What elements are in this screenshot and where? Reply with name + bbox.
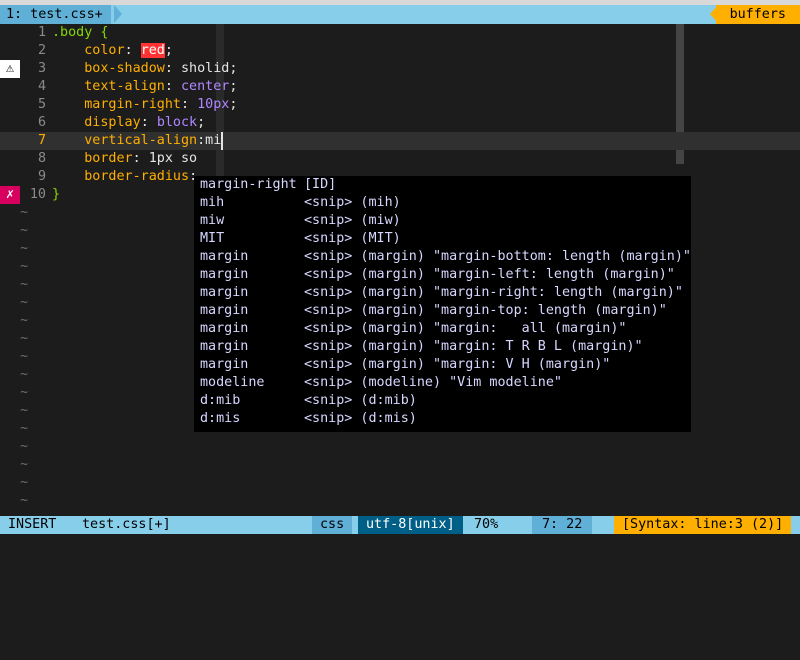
line-number: 9 <box>37 169 46 184</box>
completion-menu-info: <snip> (margin) "margin-top: length (mar… <box>304 303 667 318</box>
code-text: color: red; <box>84 43 173 58</box>
completion-item[interactable]: margin <snip> (margin) "margin: T R B L (… <box>194 338 691 356</box>
completion-item[interactable]: margin <snip> (margin) "margin-left: leng… <box>194 266 691 284</box>
line-number: 8 <box>37 151 46 166</box>
code-text: border: 1px so <box>84 151 198 166</box>
completion-item[interactable]: margin <snip> (margin) "margin-right: len… <box>194 284 691 302</box>
warning-sign-icon: ⚠ <box>0 60 20 78</box>
completion-word: margin-right <box>200 177 297 192</box>
line-number: 6 <box>37 115 46 130</box>
completion-popup[interactable]: margin-right [ID] mih <snip> (mih) miw <snip>… <box>194 176 691 432</box>
error-sign-icon: ✗ <box>0 186 20 204</box>
status-percent: 70% <box>474 517 499 532</box>
tab-test-css[interactable]: 1: test.css+ <box>0 5 111 24</box>
completion-menu-info: <snip> (margin) "margin-bottom: length (… <box>304 249 691 264</box>
code-line[interactable]: 4 text-align: center; <box>0 78 800 96</box>
tab-separator-icon <box>114 5 122 23</box>
code-text: display: block; <box>84 115 206 130</box>
completion-menu-info: <snip> (margin) "margin-right: length (m… <box>304 285 683 300</box>
line-number: 3 <box>37 61 46 76</box>
completion-item[interactable]: mih <snip> (mih) <box>194 194 691 212</box>
completion-menu-info: <snip> (d:mib) <box>304 393 417 408</box>
line-number: 7 <box>37 133 46 148</box>
code-text: margin-right: 10px; <box>84 97 238 112</box>
completion-menu-info: [ID] <box>304 177 337 192</box>
empty-line-tilde: ~ <box>20 493 29 508</box>
completion-word: margin <box>200 339 249 354</box>
mode-indicator: INSERT <box>0 516 65 534</box>
code-text: } <box>52 187 61 202</box>
completion-menu-info: <snip> (margin) "margin: V H (margin)" <box>304 357 611 372</box>
completion-menu-info: <snip> (MIT) <box>304 231 401 246</box>
code-line[interactable]: ⚠ 3 box-shadow: sholid; <box>0 60 800 78</box>
status-position: 7: 22 <box>532 516 593 534</box>
line-number: 2 <box>37 43 46 58</box>
completion-menu-info: <snip> (miw) <box>304 213 401 228</box>
code-line[interactable]: 8 border: 1px so <box>0 150 800 168</box>
code-text: text-align: center; <box>84 79 238 94</box>
completion-word: margin <box>200 321 249 336</box>
completion-menu-info: <snip> (margin) "margin: T R B L (margin… <box>304 339 643 354</box>
completion-word: margin <box>200 357 249 372</box>
code-text: vertical-align:mi <box>84 132 224 150</box>
line-number: 10 <box>29 187 46 202</box>
status-filename: test.css[+] <box>82 517 171 532</box>
completion-word: mih <box>200 195 225 210</box>
syntax-warning-indicator: [Syntax: line:3 (2)] <box>614 516 792 534</box>
line-number: 4 <box>37 79 46 94</box>
code-line[interactable]: 5 margin-right: 10px; <box>0 96 800 114</box>
completion-menu-info: <snip> (mih) <box>304 195 401 210</box>
line-number: 1 <box>37 25 46 40</box>
code-line[interactable]: 6 display: block; <box>0 114 800 132</box>
completion-item[interactable]: d:mib <snip> (d:mib) <box>194 392 691 410</box>
status-filetype: css <box>312 516 353 534</box>
completion-item[interactable]: margin-right [ID] <box>194 176 691 194</box>
completion-word: miw <box>200 213 225 228</box>
completion-item[interactable]: d:mis <snip> (d:mis) <box>194 410 691 428</box>
statusline: INSERT test.css[+] css utf-8[unix] 70% 7… <box>0 516 800 534</box>
empty-line-tilde: ~ <box>20 439 29 454</box>
completion-item[interactable]: margin <snip> (margin) "margin-top: lengt… <box>194 302 691 320</box>
buffers-label[interactable]: buffers <box>715 5 800 24</box>
completion-item[interactable]: margin <snip> (margin) "margin: all (marg… <box>194 320 691 338</box>
code-line[interactable]: 7 vertical-align:mi <box>0 132 800 150</box>
completion-menu-info: <snip> (margin) "margin: all (margin)" <box>304 321 627 336</box>
completion-word: d:mib <box>200 393 241 408</box>
empty-line-tilde: ~ <box>20 475 29 490</box>
completion-word: margin <box>200 303 249 318</box>
code-text: .body { <box>52 25 109 40</box>
completion-word: d:mis <box>200 411 241 426</box>
completion-menu-info: <snip> (margin) "margin-left: length (ma… <box>304 267 675 282</box>
completion-word: margin <box>200 285 249 300</box>
code-text: box-shadow: sholid; <box>84 61 238 76</box>
completion-item[interactable]: MIT <snip> (MIT) <box>194 230 691 248</box>
completion-item[interactable]: modeline <snip> (modeline) "Vim modeline" <box>194 374 691 392</box>
completion-menu-info: <snip> (d:mis) <box>304 411 417 426</box>
completion-item[interactable]: margin <snip> (margin) "margin-bottom: le… <box>194 248 691 266</box>
completion-word: modeline <box>200 375 265 390</box>
empty-line-tilde: ~ <box>20 457 29 472</box>
editor-area[interactable]: 1 .body {2 color: red; ⚠ 3 box-shadow: shol… <box>0 24 800 516</box>
line-number: 5 <box>37 97 46 112</box>
completion-item[interactable]: margin <snip> (margin) "margin: V H (marg… <box>194 356 691 374</box>
code-line[interactable]: 2 color: red; <box>0 42 800 60</box>
tabline: 1: test.css+ buffers <box>0 5 800 24</box>
status-encoding: utf-8[unix] <box>358 516 463 534</box>
completion-word: margin <box>200 249 249 264</box>
code-text: border-radius: <box>84 169 197 184</box>
text-cursor <box>221 132 224 150</box>
completion-word: MIT <box>200 231 225 246</box>
completion-item[interactable]: miw <snip> (miw) <box>194 212 691 230</box>
completion-word: margin <box>200 267 249 282</box>
code-line[interactable]: 1 .body { <box>0 24 800 42</box>
completion-menu-info: <snip> (modeline) "Vim modeline" <box>304 375 562 390</box>
